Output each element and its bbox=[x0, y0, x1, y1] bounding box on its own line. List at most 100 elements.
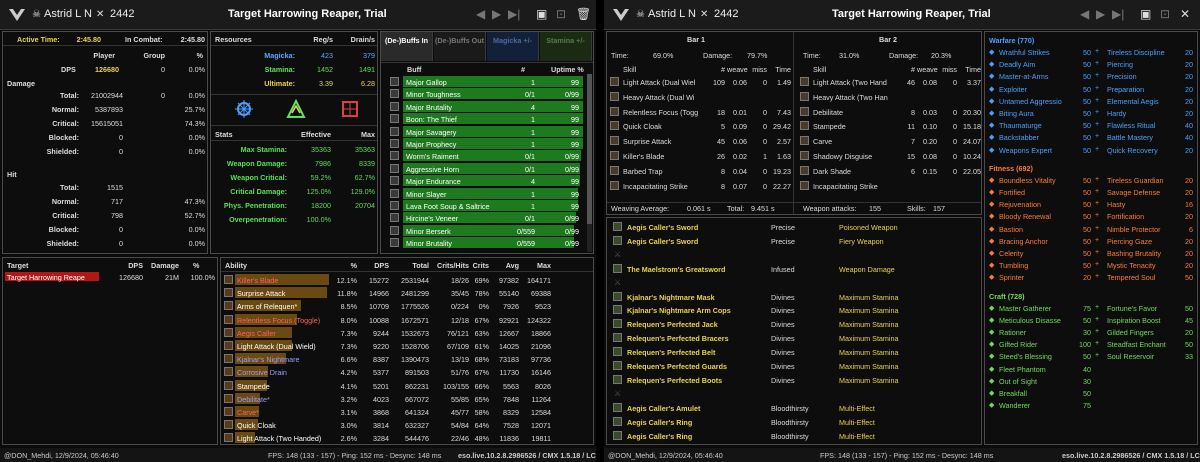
cp-star-name[interactable]: Wrathful Strikes bbox=[999, 48, 1050, 57]
buff-name[interactable]: Worm's Raiment bbox=[406, 152, 459, 161]
buff-tab[interactable]: Stamina +/- bbox=[540, 32, 592, 61]
ability-name[interactable]: Arms of Relequen* bbox=[237, 302, 297, 311]
buff-tab[interactable]: (De-)Buffs Out bbox=[434, 32, 486, 61]
cp-star-name[interactable]: Steadfast Enchant bbox=[1107, 340, 1166, 349]
prev-fight-icon[interactable]: ◀ bbox=[476, 7, 485, 21]
cp-star-name[interactable]: Sprinter bbox=[999, 273, 1024, 282]
buff-tab[interactable]: (De-)Buffs In bbox=[381, 32, 433, 61]
ability-name[interactable]: Surprise Attack bbox=[237, 289, 285, 298]
cp-star-name[interactable]: Gilded Fingers bbox=[1107, 328, 1154, 337]
cp-star-name[interactable]: Exploiter bbox=[999, 85, 1027, 94]
gear-item-name[interactable]: Relequen's Perfected Belt bbox=[627, 348, 715, 357]
buff-name[interactable]: Major Gallop bbox=[406, 78, 447, 87]
buff-name[interactable]: Major Savagery bbox=[406, 128, 456, 137]
cp-star-name[interactable]: Tumbling bbox=[999, 261, 1028, 270]
cp-star-name[interactable]: Deadly Aim bbox=[999, 60, 1035, 69]
cp-star-name[interactable]: Fortified bbox=[999, 188, 1025, 197]
cp-star-name[interactable]: Rejuvenation bbox=[999, 200, 1041, 209]
cp-star-name[interactable]: Backstabber bbox=[999, 133, 1039, 142]
cp-star-name[interactable]: Hasty bbox=[1107, 200, 1125, 209]
ability-name[interactable]: Light Attack (Two Handed) bbox=[237, 434, 321, 443]
screenshot-icon[interactable]: ▣ bbox=[1140, 7, 1151, 21]
ability-name[interactable]: Debilitate* bbox=[237, 395, 270, 404]
cp-star-name[interactable]: Tireless Guardian bbox=[1107, 176, 1163, 185]
cp-star-name[interactable]: Flawless Ritual bbox=[1107, 121, 1155, 130]
health-set-icon[interactable] bbox=[339, 98, 361, 120]
screenshot-icon[interactable]: ▣ bbox=[536, 7, 547, 21]
buff-name[interactable]: Minor Berserk bbox=[406, 227, 451, 236]
cp-star-name[interactable]: Biting Aura bbox=[999, 109, 1034, 118]
cp-star-name[interactable]: Fleet Phantom bbox=[999, 365, 1046, 374]
cp-star-name[interactable]: Thaumaturge bbox=[999, 121, 1042, 130]
gear-item-name[interactable]: The Maelstrom's Greatsword bbox=[627, 265, 725, 274]
ability-col-header[interactable]: Ability bbox=[225, 261, 325, 270]
ability-name[interactable]: Aegis Caller bbox=[237, 329, 276, 338]
cp-star-name[interactable]: Breakfall bbox=[999, 389, 1027, 398]
buff-name[interactable]: Boon: The Thief bbox=[406, 115, 457, 124]
cp-star-name[interactable]: Wanderer bbox=[999, 401, 1030, 410]
cp-star-name[interactable]: Soul Reservoir bbox=[1107, 352, 1154, 361]
cp-star-name[interactable]: Quick Recovery bbox=[1107, 146, 1158, 155]
ability-name[interactable]: Quick Cloak bbox=[237, 421, 276, 430]
target-row-name[interactable]: Target Harrowing Reape bbox=[7, 273, 85, 282]
cp-star-name[interactable]: Fortune's Favor bbox=[1107, 304, 1157, 313]
buff-name[interactable]: Minor Brutality bbox=[406, 239, 452, 248]
ability-col-header[interactable]: Total bbox=[393, 261, 429, 270]
buff-name[interactable]: Major Prophecy bbox=[406, 140, 456, 149]
ability-col-header[interactable]: % bbox=[331, 261, 357, 270]
ability-col-header[interactable]: DPS bbox=[361, 261, 389, 270]
cp-star-name[interactable]: Bastion bbox=[999, 225, 1023, 234]
buff-name[interactable]: Minor Slayer bbox=[406, 190, 446, 199]
buff-name[interactable]: Hircine's Veneer bbox=[406, 214, 458, 223]
cp-star-name[interactable]: Master Gatherer bbox=[999, 304, 1051, 313]
cp-star-name[interactable]: Master-at-Arms bbox=[999, 72, 1049, 81]
gear-item-name[interactable]: Kjalnar's Nightmare Arm Cops bbox=[627, 306, 731, 315]
save-icon[interactable]: ⊡ bbox=[1160, 7, 1170, 21]
cp-star-name[interactable]: Piercing Gaze bbox=[1107, 237, 1152, 246]
gear-item-name[interactable]: Relequen's Perfected Bracers bbox=[627, 334, 729, 343]
gear-item-name[interactable]: Relequen's Perfected Guards bbox=[627, 362, 727, 371]
cp-star-name[interactable]: Preparation bbox=[1107, 85, 1144, 94]
buff-name[interactable]: Aggressive Horn bbox=[406, 165, 459, 174]
ability-name[interactable]: Corrosive Drain bbox=[237, 368, 287, 377]
cp-star-name[interactable]: Savage Defense bbox=[1107, 188, 1160, 197]
buff-name[interactable]: Major Endurance bbox=[406, 177, 461, 186]
cp-star-name[interactable]: Meticulous Disasse bbox=[999, 316, 1061, 325]
prev-fight-icon[interactable]: ◀ bbox=[1080, 7, 1089, 21]
ability-col-header[interactable]: Crits/Hits bbox=[433, 261, 469, 270]
ability-name[interactable]: Kjalnar's Nightmare bbox=[237, 355, 300, 364]
last-fight-icon[interactable]: ▶| bbox=[1112, 7, 1124, 21]
gear-item-name[interactable]: Relequen's Perfected Jack bbox=[627, 320, 718, 329]
cp-star-name[interactable]: Weapons Expert bbox=[999, 146, 1052, 155]
close-icon[interactable]: ✕ bbox=[1180, 7, 1190, 21]
cp-star-name[interactable]: Out of Sight bbox=[999, 377, 1037, 386]
ability-col-header[interactable]: Max bbox=[521, 261, 551, 270]
cp-star-name[interactable]: Gifted Rider bbox=[999, 340, 1037, 349]
gear-item-name[interactable]: Aegis Caller's Amulet bbox=[627, 404, 700, 413]
cp-star-name[interactable]: Boundless Vitality bbox=[999, 176, 1056, 185]
cp-star-name[interactable]: Rationer bbox=[999, 328, 1026, 337]
ability-col-header[interactable]: Avg bbox=[493, 261, 519, 270]
next-fight-icon[interactable]: ▶ bbox=[1096, 7, 1105, 21]
gear-item-name[interactable]: Relequen's Perfected Boots bbox=[627, 376, 722, 385]
gear-item-name[interactable]: Aegis Caller's Sword bbox=[627, 237, 698, 246]
ability-name[interactable]: Killer's Blade bbox=[237, 276, 278, 285]
ability-name[interactable]: Light Attack (Dual Wield) bbox=[237, 342, 316, 351]
last-fight-icon[interactable]: ▶| bbox=[508, 7, 520, 21]
cp-star-name[interactable]: Fortification bbox=[1107, 212, 1144, 221]
cp-star-name[interactable]: Tempered Soul bbox=[1107, 273, 1155, 282]
cp-star-name[interactable]: Untamed Aggressio bbox=[999, 97, 1062, 106]
save-icon[interactable]: ⊡ bbox=[556, 7, 566, 21]
buff-name[interactable]: Major Brutality bbox=[406, 103, 452, 112]
cp-star-name[interactable]: Tireless Discipline bbox=[1107, 48, 1165, 57]
cp-star-name[interactable]: Hardy bbox=[1107, 109, 1126, 118]
gear-item-name[interactable]: Aegis Caller's Ring bbox=[627, 418, 692, 427]
cp-star-name[interactable]: Bracing Anchor bbox=[999, 237, 1048, 246]
buff-name[interactable]: Lava Foot Soup & Saltrice bbox=[406, 202, 490, 211]
cp-star-name[interactable]: Steed's Blessing bbox=[999, 352, 1052, 361]
cp-star-name[interactable]: Mystic Tenacity bbox=[1107, 261, 1156, 270]
gear-item-name[interactable]: Aegis Caller's Sword bbox=[627, 223, 698, 232]
gear-item-name[interactable]: Aegis Caller's Ring bbox=[627, 432, 692, 441]
cp-star-name[interactable]: Precision bbox=[1107, 72, 1137, 81]
gear-item-name[interactable]: Kjalnar's Nightmare Mask bbox=[627, 293, 715, 302]
